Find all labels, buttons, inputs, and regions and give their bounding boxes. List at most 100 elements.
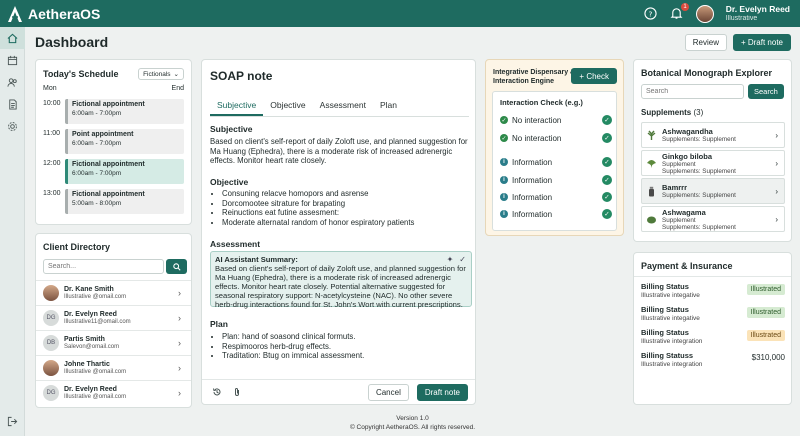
supplement-item[interactable]: Ginkgo biloba Supplement Supplements: Supp… [641, 150, 785, 176]
schedule-filter-value: Fictionals [143, 70, 171, 78]
interaction-row[interactable]: i Information ✓ [500, 175, 612, 185]
plan-list[interactable]: Plan: hand of soasond clinical formuts. … [214, 332, 364, 361]
client-row[interactable]: DB Partis Smith Salevon@omail.com › [36, 330, 191, 355]
supplement-item[interactable]: Ashwagama Supplement Supplements: Suppleme… [641, 206, 785, 232]
client-row[interactable]: Dr. Kane Smith Illustrative @omail.com › [36, 280, 191, 305]
user-avatar[interactable] [695, 4, 714, 23]
appointment[interactable]: Fictional appointment 5:00am - 8:00pm [65, 189, 184, 214]
client-name: Dr. Evelyn Reed [64, 386, 117, 393]
page-footer: Version 1.0 © Copyright AetheraOS. All r… [25, 414, 800, 432]
interaction-row[interactable]: ✓ No interaction ✓ [500, 115, 612, 125]
sidebar-item-calendar[interactable] [0, 49, 25, 71]
sidebar-item-settings[interactable] [0, 115, 25, 137]
tab-assessment[interactable]: Assessment [313, 98, 373, 116]
draft-note-submit-button[interactable]: Draft note [416, 384, 468, 401]
botanical-search-input[interactable] [641, 84, 744, 99]
review-button[interactable]: Review [684, 34, 727, 51]
help-icon[interactable]: ? [644, 7, 658, 21]
client-email: Salevon@omail.com [64, 344, 120, 350]
check-button[interactable]: + Check [571, 68, 617, 84]
info-icon: i [500, 176, 508, 184]
check-circle-icon: ✓ [602, 115, 612, 125]
schedule-card: Today's Schedule Fictionals ⌄ Mon End 10… [35, 59, 192, 225]
appointment-selected[interactable]: Fictional appointment 6:00am - 7:00pm [65, 159, 184, 184]
appointment[interactable]: Fictional appointment 6:00am - 7:00pm [65, 99, 184, 124]
supplement-item-selected[interactable]: Bamrrr Supplements: Supplement › [641, 178, 785, 204]
client-row[interactable]: Johne Thartic Illustrative @omail.com › [36, 355, 191, 380]
client-email: Illustrative @omail.com [64, 294, 127, 300]
tab-plan[interactable]: Plan [373, 98, 404, 116]
billing-row[interactable]: Billing Status Illustrative integative I… [641, 305, 785, 322]
chevron-right-icon: › [178, 338, 181, 348]
ai-summary-box[interactable]: ✦ ✓ AI Assistant Summary: Based on clien… [210, 251, 472, 309]
supplement-sub: Supplements: Supplement [662, 167, 736, 175]
interaction-engine-card: Integrative Dispensary & Interaction Eng… [485, 59, 624, 236]
client-email: Illustrative @omail.com [64, 369, 127, 375]
interaction-row[interactable]: i Information ✓ [500, 209, 612, 219]
sparkle-icon[interactable]: ✦ [447, 255, 454, 264]
app-logo[interactable]: AetheraOS [0, 5, 100, 23]
ai-summary-title: AI Assistant Summary: [215, 255, 298, 264]
draft-note-button[interactable]: + Draft note [732, 34, 791, 51]
interaction-row[interactable]: i Information ✓ [500, 192, 612, 202]
document-icon [9, 98, 17, 110]
user-info[interactable]: Dr. Evelyn Reed Illustrative [726, 4, 790, 24]
user-name: Dr. Evelyn Reed [725, 3, 790, 14]
botanical-search-button[interactable]: Search [748, 84, 784, 99]
objective-list[interactable]: Consuning relacve homopors and asrense D… [214, 189, 414, 227]
time-label: 10:00 [43, 100, 61, 107]
cancel-button[interactable]: Cancel [367, 384, 409, 401]
sidebar-item-logout[interactable] [0, 410, 25, 432]
user-role: Illustrative [725, 14, 758, 22]
appointment[interactable]: Point appointment 6:00am - 7:00pm [65, 129, 184, 154]
billing-row[interactable]: Billing Statuss Illustrative integration… [641, 351, 785, 368]
client-avatar [43, 360, 59, 376]
history-icon[interactable] [212, 387, 222, 397]
client-name: Dr. Evelyn Reed [64, 311, 117, 318]
client-row[interactable]: DG Dr. Evelyn Reed Illustrative @omail.co… [36, 380, 191, 405]
sidebar-item-home[interactable] [0, 27, 25, 49]
client-directory-title: Client Directory [43, 242, 111, 252]
copyright-text: © Copyright AetheraOS. All rights reserv… [349, 424, 476, 431]
client-name: Partis Smith [64, 336, 105, 343]
version-text: Version 1.0 [396, 415, 429, 422]
plan-heading: Plan [210, 319, 228, 329]
client-search-button[interactable] [166, 259, 187, 274]
check-circle-icon: ✓ [602, 157, 612, 167]
billing-row[interactable]: Billing Status Illustrative integative I… [641, 282, 785, 299]
subjective-text[interactable]: Based on client's self-report of daily Z… [210, 137, 472, 166]
green-status-icon: ✓ [500, 134, 508, 142]
soap-tabs: Subjective Objective Assessment Plan [210, 98, 469, 117]
schedule-filter-select[interactable]: Fictionals ⌄ [138, 68, 184, 80]
interaction-row[interactable]: ✓ No interaction ✓ [500, 133, 612, 143]
check-icon[interactable]: ✓ [459, 255, 466, 264]
supplements-heading: Supplements (3) [641, 108, 703, 117]
supplement-item[interactable]: Ashwagandha Supplements: Supplement › [641, 122, 785, 148]
interaction-check-title: Interaction Check (e.g.) [500, 98, 583, 107]
subjective-heading: Subjective [210, 124, 253, 134]
sidebar-item-documents[interactable] [0, 93, 25, 115]
client-row[interactable]: DG Dr. Evelyn Reed Illustrative11@omail.c… [36, 305, 191, 330]
schedule-end-label: End [171, 85, 184, 92]
tab-subjective[interactable]: Subjective [210, 98, 264, 116]
tab-objective[interactable]: Objective [263, 98, 312, 116]
client-avatar: DB [43, 335, 59, 351]
billing-row[interactable]: Billing Status Illustrative integration … [641, 328, 785, 345]
notifications-bell-icon[interactable]: 1 [670, 2, 689, 21]
interaction-row[interactable]: i Information ✓ [500, 157, 612, 167]
supplements-label: Supplements [641, 108, 692, 117]
users-icon [7, 77, 17, 87]
objective-item: Consuning relacve homopors and asrense [222, 189, 414, 199]
attachment-icon[interactable] [232, 387, 242, 397]
bottle-icon [649, 186, 654, 196]
client-search-input[interactable] [43, 259, 164, 274]
interaction-engine-title: Integrative Dispensary & Interaction Eng… [493, 69, 576, 85]
client-directory-card: Client Directory Dr. Kane SmithIllustrat… [35, 233, 192, 408]
chevron-right-icon: › [178, 363, 181, 373]
app-name: AetheraOS [28, 5, 101, 22]
objective-heading: Objective [210, 177, 249, 187]
sidebar-item-clients[interactable] [0, 71, 25, 93]
chevron-right-icon: › [775, 158, 778, 168]
billing-sub: Illustrative integration [641, 361, 703, 368]
svg-text:?: ? [649, 9, 653, 18]
